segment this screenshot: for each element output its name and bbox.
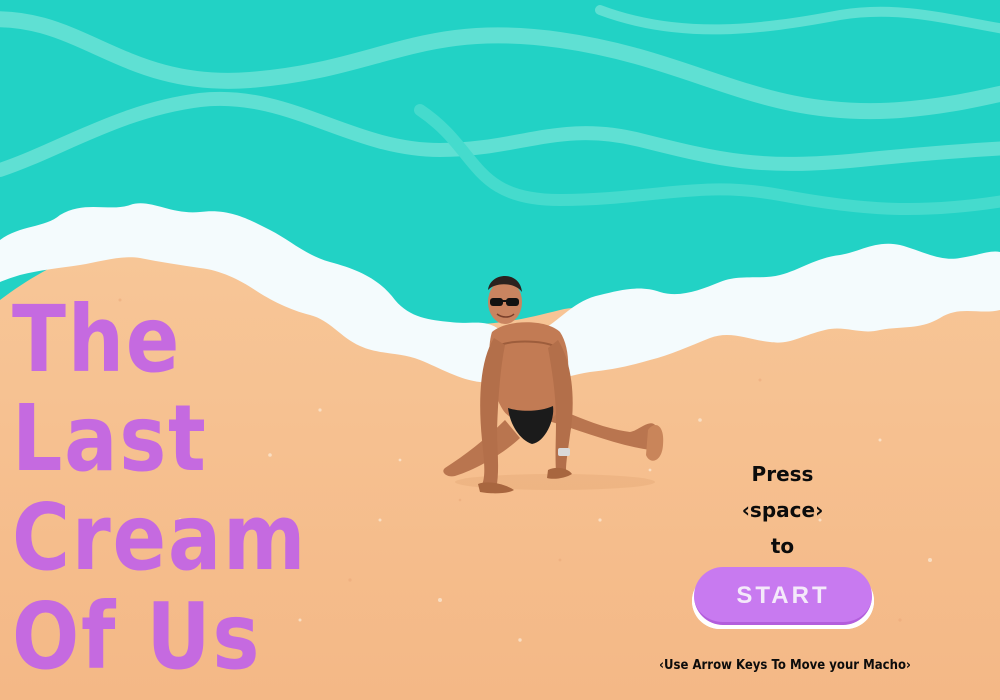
start-button[interactable]: START: [692, 567, 874, 629]
title-line: Last: [12, 385, 208, 492]
title-line: Cream: [12, 484, 308, 591]
game-title: The Last Cream Of Us: [12, 286, 308, 690]
game-screen: The Last Cream Of Us Press ‹space› to ST…: [0, 0, 1000, 700]
prompt-press: Press: [751, 462, 814, 486]
prompt-space-key: ‹space›: [741, 498, 824, 522]
title-line: Of Us: [12, 583, 262, 690]
controls-hint: ‹Use Arrow Keys To Move your Macho›: [659, 658, 911, 673]
prompt-to: to: [770, 534, 795, 558]
title-line: The: [12, 286, 182, 393]
start-button-label: START: [736, 582, 830, 609]
press-space-prompt: Press ‹space› to: [700, 456, 865, 564]
